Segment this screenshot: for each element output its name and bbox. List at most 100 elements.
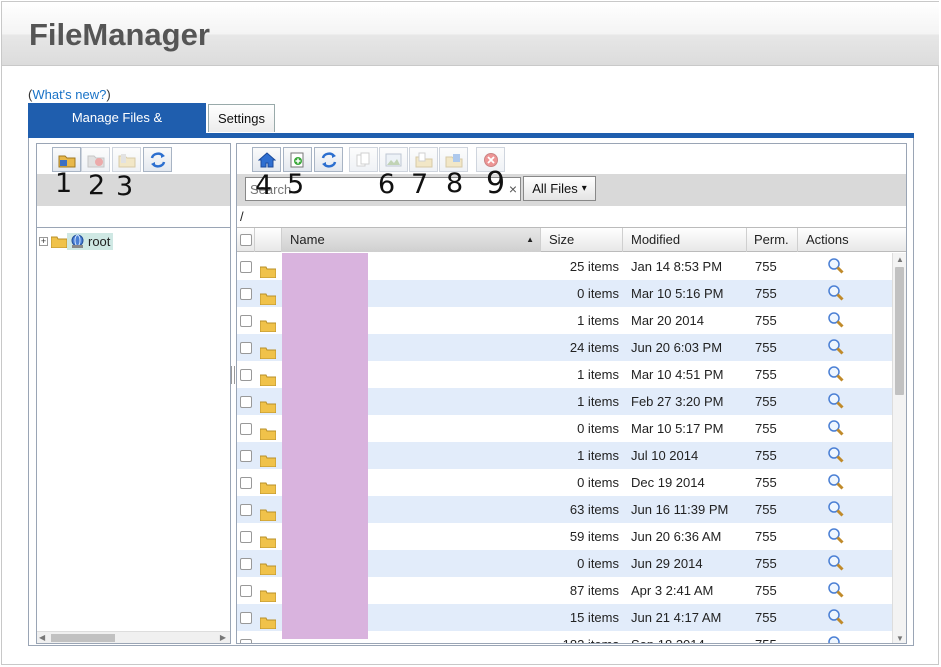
file-perm[interactable]: 755: [755, 415, 795, 442]
row-checkbox[interactable]: [240, 639, 252, 643]
perm-column-header[interactable]: Perm.: [747, 228, 798, 252]
row-checkbox[interactable]: [240, 261, 252, 273]
file-size: 1 items: [577, 448, 619, 463]
row-checkbox[interactable]: [240, 477, 252, 489]
tab-manage-files[interactable]: Manage Files & Directories: [28, 103, 206, 153]
row-checkbox[interactable]: [240, 585, 252, 597]
file-list-scrollbar[interactable]: ▲ ▼: [892, 253, 906, 643]
copy-icon: [356, 152, 369, 166]
folder-icon: [259, 388, 278, 415]
file-perm[interactable]: 755: [755, 577, 795, 604]
file-perm[interactable]: 755: [755, 550, 795, 577]
file-perm[interactable]: 755: [755, 469, 795, 496]
refresh-icon: [321, 151, 336, 168]
file-perm[interactable]: 755: [755, 442, 795, 469]
file-perm[interactable]: 755: [755, 496, 795, 523]
row-checkbox[interactable]: [240, 396, 252, 408]
file-type-filter-dropdown[interactable]: All Files ▾: [523, 176, 596, 201]
row-checkbox[interactable]: [240, 531, 252, 543]
refresh-files-button[interactable]: [314, 147, 343, 172]
tab-settings[interactable]: Settings: [208, 104, 275, 132]
home-button[interactable]: [252, 147, 281, 172]
row-checkbox-cell: [240, 307, 255, 334]
file-perm[interactable]: 755: [755, 334, 795, 361]
row-checkbox[interactable]: [240, 558, 252, 570]
tree-root-label[interactable]: root: [67, 232, 114, 250]
panel-splitter[interactable]: [231, 366, 235, 384]
delete-folder-button[interactable]: [81, 147, 110, 172]
file-perm[interactable]: 755: [755, 280, 795, 307]
expand-icon[interactable]: +: [39, 236, 48, 246]
scroll-thumb[interactable]: [895, 267, 904, 395]
view-details-icon[interactable]: [827, 469, 847, 496]
file-modified: Jan 14 8:53 PM: [631, 259, 723, 274]
row-checkbox[interactable]: [240, 288, 252, 300]
refresh-tree-button[interactable]: [143, 147, 172, 172]
file-size: 0 items: [577, 286, 619, 301]
view-details-icon[interactable]: [827, 388, 847, 415]
select-all-checkbox[interactable]: [240, 234, 252, 246]
view-details-icon[interactable]: [827, 631, 847, 643]
folder-icon: [51, 236, 67, 248]
folder-icon: [259, 577, 278, 604]
view-details-icon[interactable]: [827, 577, 847, 604]
file-list-panel: × All Files ▾ / Name ▲ Size Modified Per…: [236, 143, 907, 644]
whats-new: (What's new?): [28, 87, 111, 102]
scroll-left-icon[interactable]: ◀: [39, 633, 45, 642]
copy-button[interactable]: [349, 147, 378, 172]
file-modified: Jun 21 4:17 AM: [631, 610, 722, 625]
row-checkbox-cell: [240, 523, 255, 550]
scroll-down-icon[interactable]: ▼: [896, 634, 904, 643]
current-path: /: [237, 206, 906, 228]
view-details-icon[interactable]: [827, 361, 847, 388]
folder-properties-button[interactable]: [112, 147, 141, 172]
name-column-header[interactable]: Name ▲: [282, 228, 541, 252]
scroll-right-icon[interactable]: ▶: [220, 633, 226, 642]
file-modified: Mar 10 4:51 PM: [631, 367, 724, 382]
view-details-icon[interactable]: [827, 334, 847, 361]
scroll-up-icon[interactable]: ▲: [896, 255, 904, 264]
view-details-icon[interactable]: [827, 253, 847, 280]
actions-column-header: Actions: [806, 232, 849, 247]
file-perm[interactable]: 755: [755, 388, 795, 415]
scroll-thumb[interactable]: [51, 634, 115, 642]
row-checkbox[interactable]: [240, 315, 252, 327]
file-perm[interactable]: 755: [755, 523, 795, 550]
clear-search-icon[interactable]: ×: [509, 181, 517, 197]
row-checkbox[interactable]: [240, 369, 252, 381]
file-perm[interactable]: 755: [755, 253, 795, 280]
view-details-icon[interactable]: [827, 280, 847, 307]
move-icon: [415, 152, 432, 167]
tree-horizontal-scrollbar[interactable]: ◀ ▶: [37, 631, 230, 643]
row-checkbox[interactable]: [240, 423, 252, 435]
row-checkbox-cell: [240, 415, 255, 442]
view-details-icon[interactable]: [827, 415, 847, 442]
row-checkbox-cell: [240, 442, 255, 469]
row-checkbox-cell: [240, 577, 255, 604]
tree-node-root[interactable]: + root: [39, 230, 114, 252]
annotation-6: 6: [378, 169, 396, 200]
size-column-header[interactable]: Size: [541, 228, 623, 252]
file-perm[interactable]: 755: [755, 307, 795, 334]
file-perm[interactable]: 755: [755, 631, 795, 643]
view-details-icon[interactable]: [827, 307, 847, 334]
row-checkbox[interactable]: [240, 504, 252, 516]
image-icon: [385, 153, 401, 166]
view-details-icon[interactable]: [827, 442, 847, 469]
row-checkbox[interactable]: [240, 612, 252, 624]
view-details-icon[interactable]: [827, 523, 847, 550]
view-details-icon[interactable]: [827, 550, 847, 577]
modified-column-header[interactable]: Modified: [623, 228, 747, 252]
file-perm[interactable]: 755: [755, 604, 795, 631]
view-details-icon[interactable]: [827, 604, 847, 631]
view-details-icon[interactable]: [827, 496, 847, 523]
file-perm[interactable]: 755: [755, 361, 795, 388]
row-checkbox[interactable]: [240, 342, 252, 354]
file-modified: Mar 20 2014: [631, 313, 704, 328]
annotation-4: 4: [255, 170, 273, 201]
file-modified: Dec 19 2014: [631, 475, 705, 490]
row-checkbox[interactable]: [240, 450, 252, 462]
row-checkbox-cell: [240, 550, 255, 577]
row-checkbox-cell: [240, 496, 255, 523]
whats-new-link[interactable]: What's new?: [32, 87, 106, 102]
